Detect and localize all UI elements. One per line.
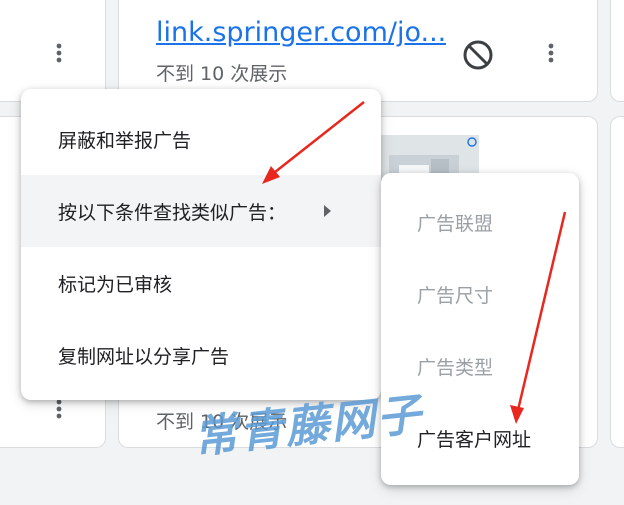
menu-item-label: 屏蔽和举报广告 (58, 129, 192, 152)
more-vert-icon[interactable] (539, 41, 563, 65)
menu-item-label: 按以下条件查找类似广告： (58, 201, 287, 224)
submenu-item-label: 广告尺寸 (417, 284, 494, 307)
ad-card-bottom-right (610, 116, 624, 448)
menu-item-label: 标记为已审核 (58, 273, 173, 296)
menu-item-block-report[interactable]: 屏蔽和举报广告 (21, 103, 381, 175)
impressions-text: 不到 10 次展示 (156, 63, 288, 85)
menu-item-label: 复制网址以分享广告 (58, 345, 230, 368)
more-vert-icon[interactable] (47, 397, 71, 421)
ad-card-top-middle: link.springer.com/jo... 不到 10 次展示 (118, 0, 598, 102)
submenu-item-label: 广告客户网址 (417, 428, 532, 451)
block-icon[interactable] (462, 39, 494, 75)
submenu-item-ad-size: 广告尺寸 (381, 258, 579, 330)
menu-item-copy-share-url[interactable]: 复制网址以分享广告 (21, 319, 381, 391)
ad-context-menu: 屏蔽和举报广告 按以下条件查找类似广告： 标记为已审核 复制网址以分享广告 (21, 89, 381, 400)
ad-url-link[interactable]: link.springer.com/jo... (156, 17, 446, 48)
ad-card-top-left (0, 0, 106, 102)
menu-item-find-similar[interactable]: 按以下条件查找类似广告： (21, 175, 381, 247)
menu-item-mark-reviewed[interactable]: 标记为已审核 (21, 247, 381, 319)
submenu-item-label: 广告联盟 (417, 212, 494, 235)
ad-card-top-right (610, 0, 624, 102)
more-vert-icon[interactable] (47, 41, 71, 65)
submenu-item-ad-network: 广告联盟 (381, 186, 579, 258)
chevron-right-icon (324, 205, 331, 217)
submenu-item-label: 广告类型 (417, 356, 494, 379)
ad-info-icon[interactable] (469, 137, 477, 145)
